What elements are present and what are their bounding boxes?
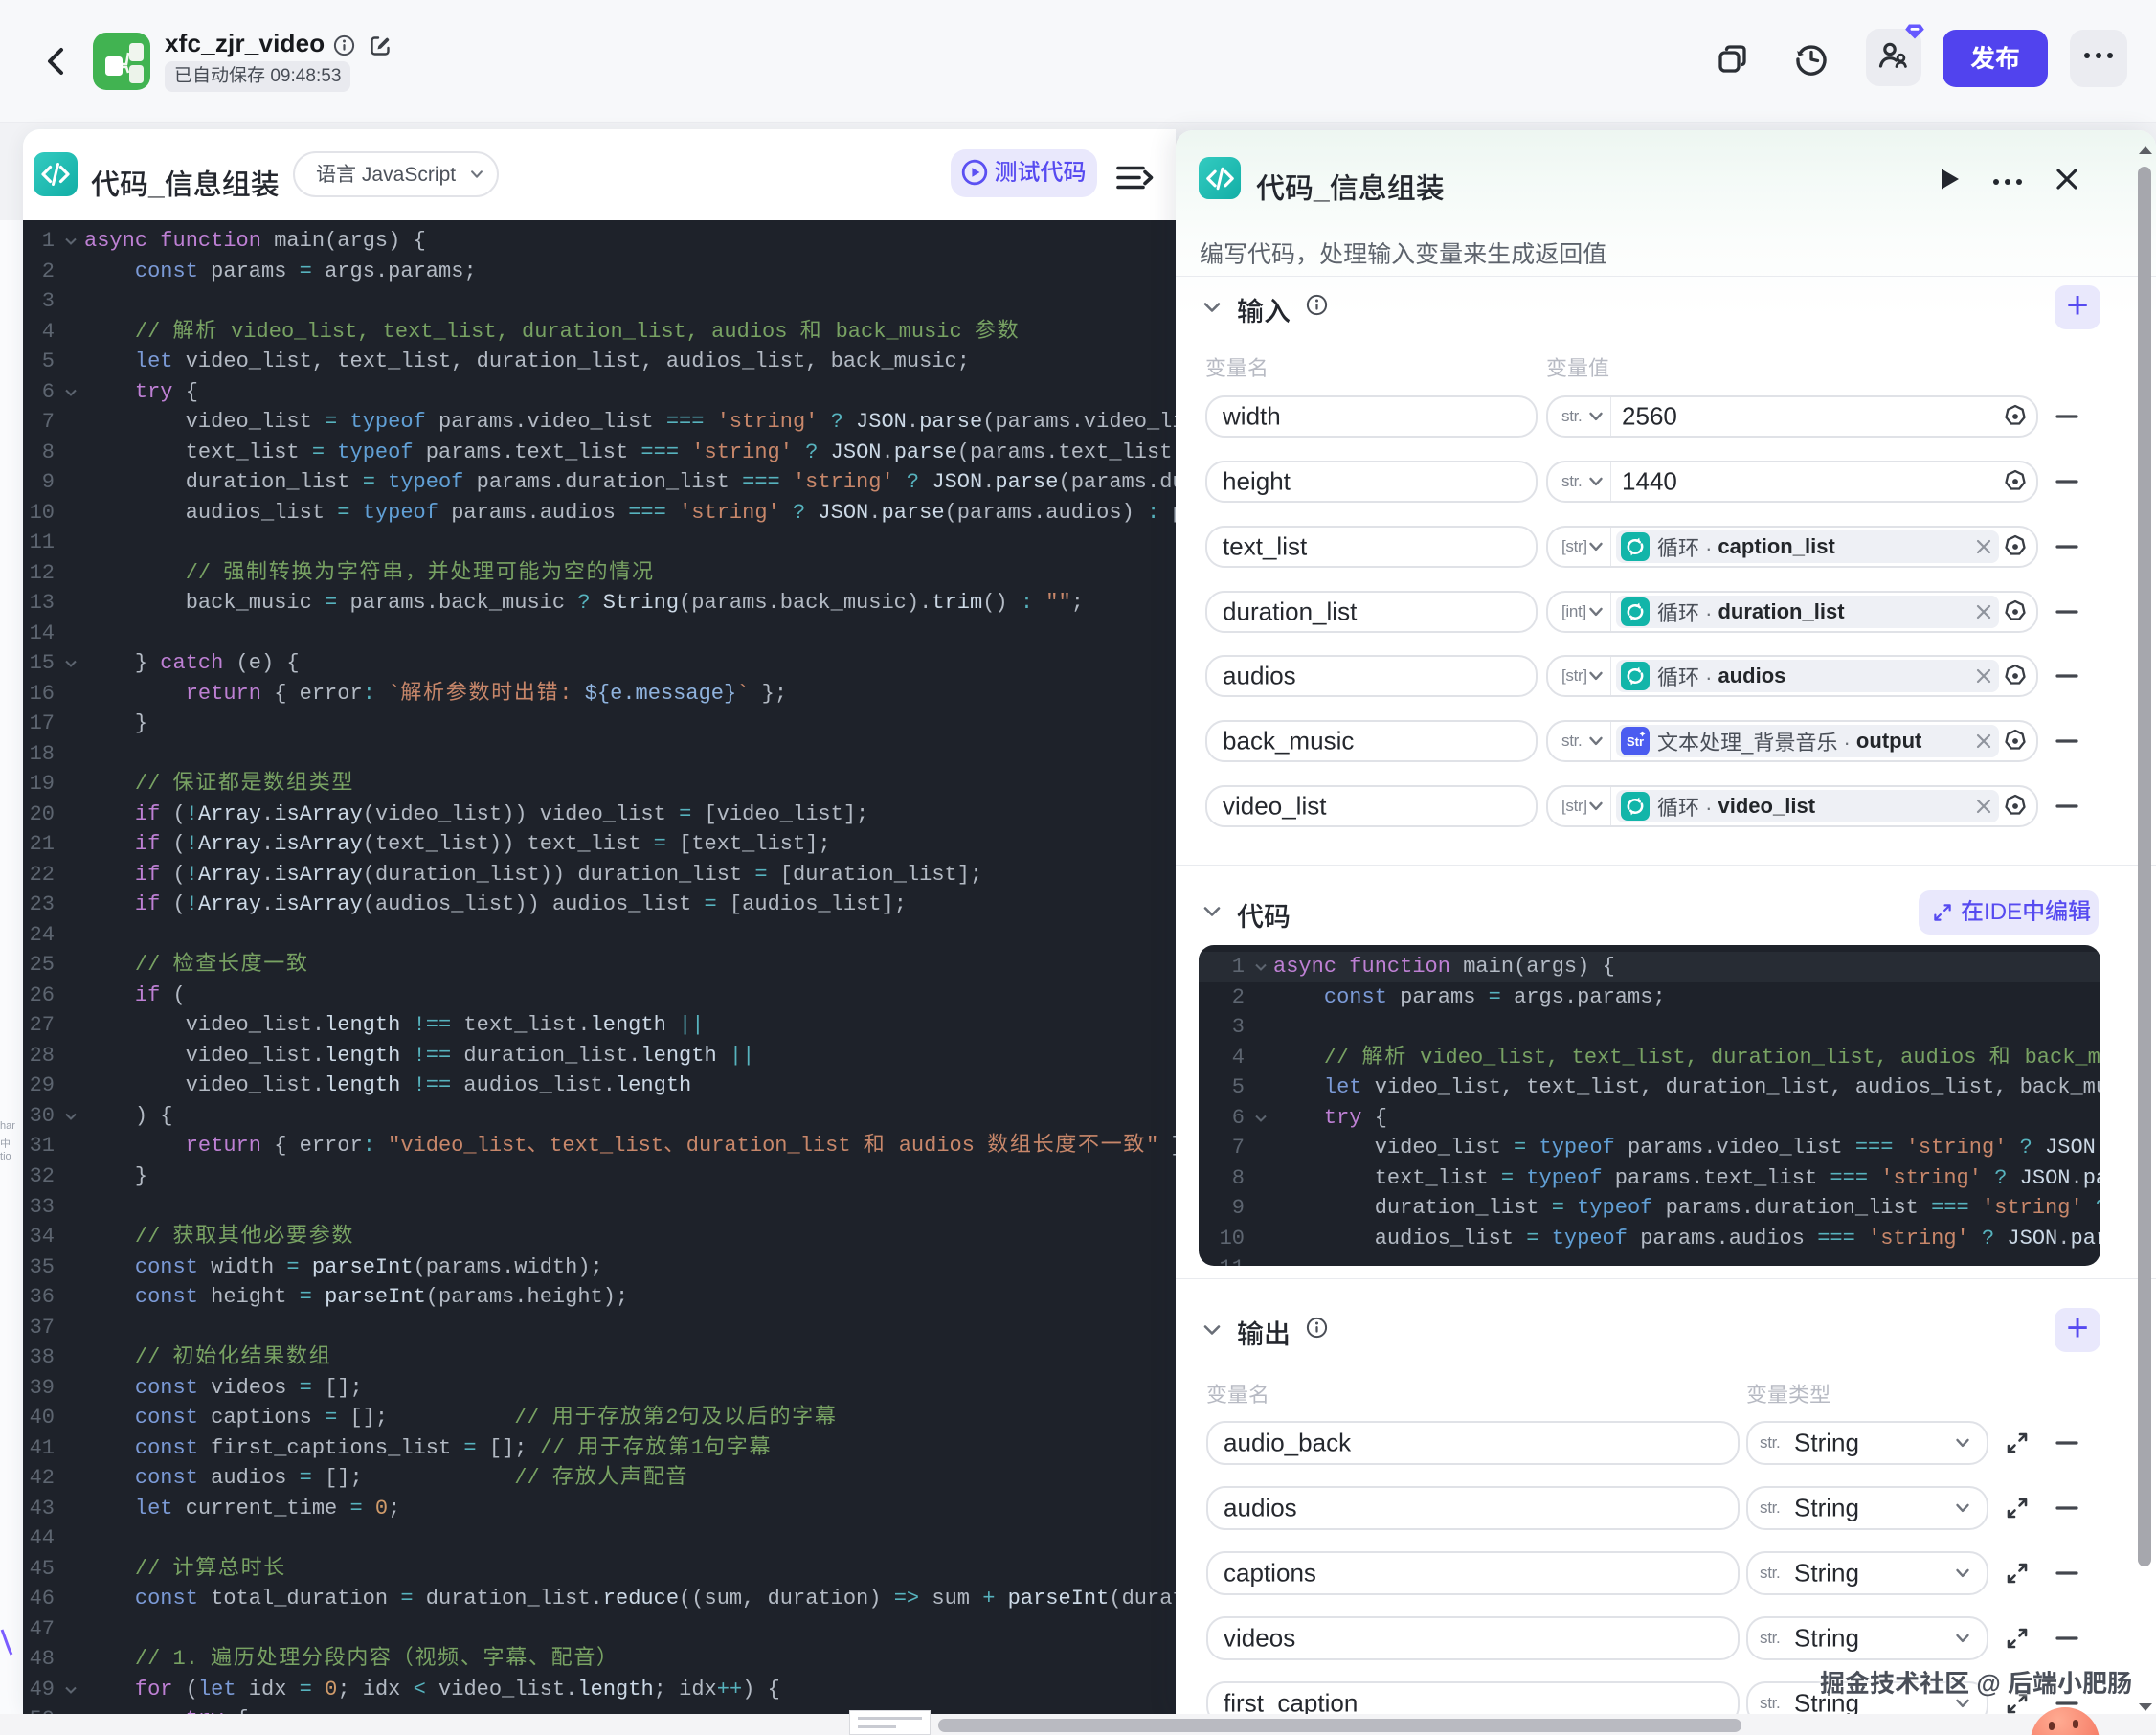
svg-text:Str: Str	[1627, 734, 1644, 749]
